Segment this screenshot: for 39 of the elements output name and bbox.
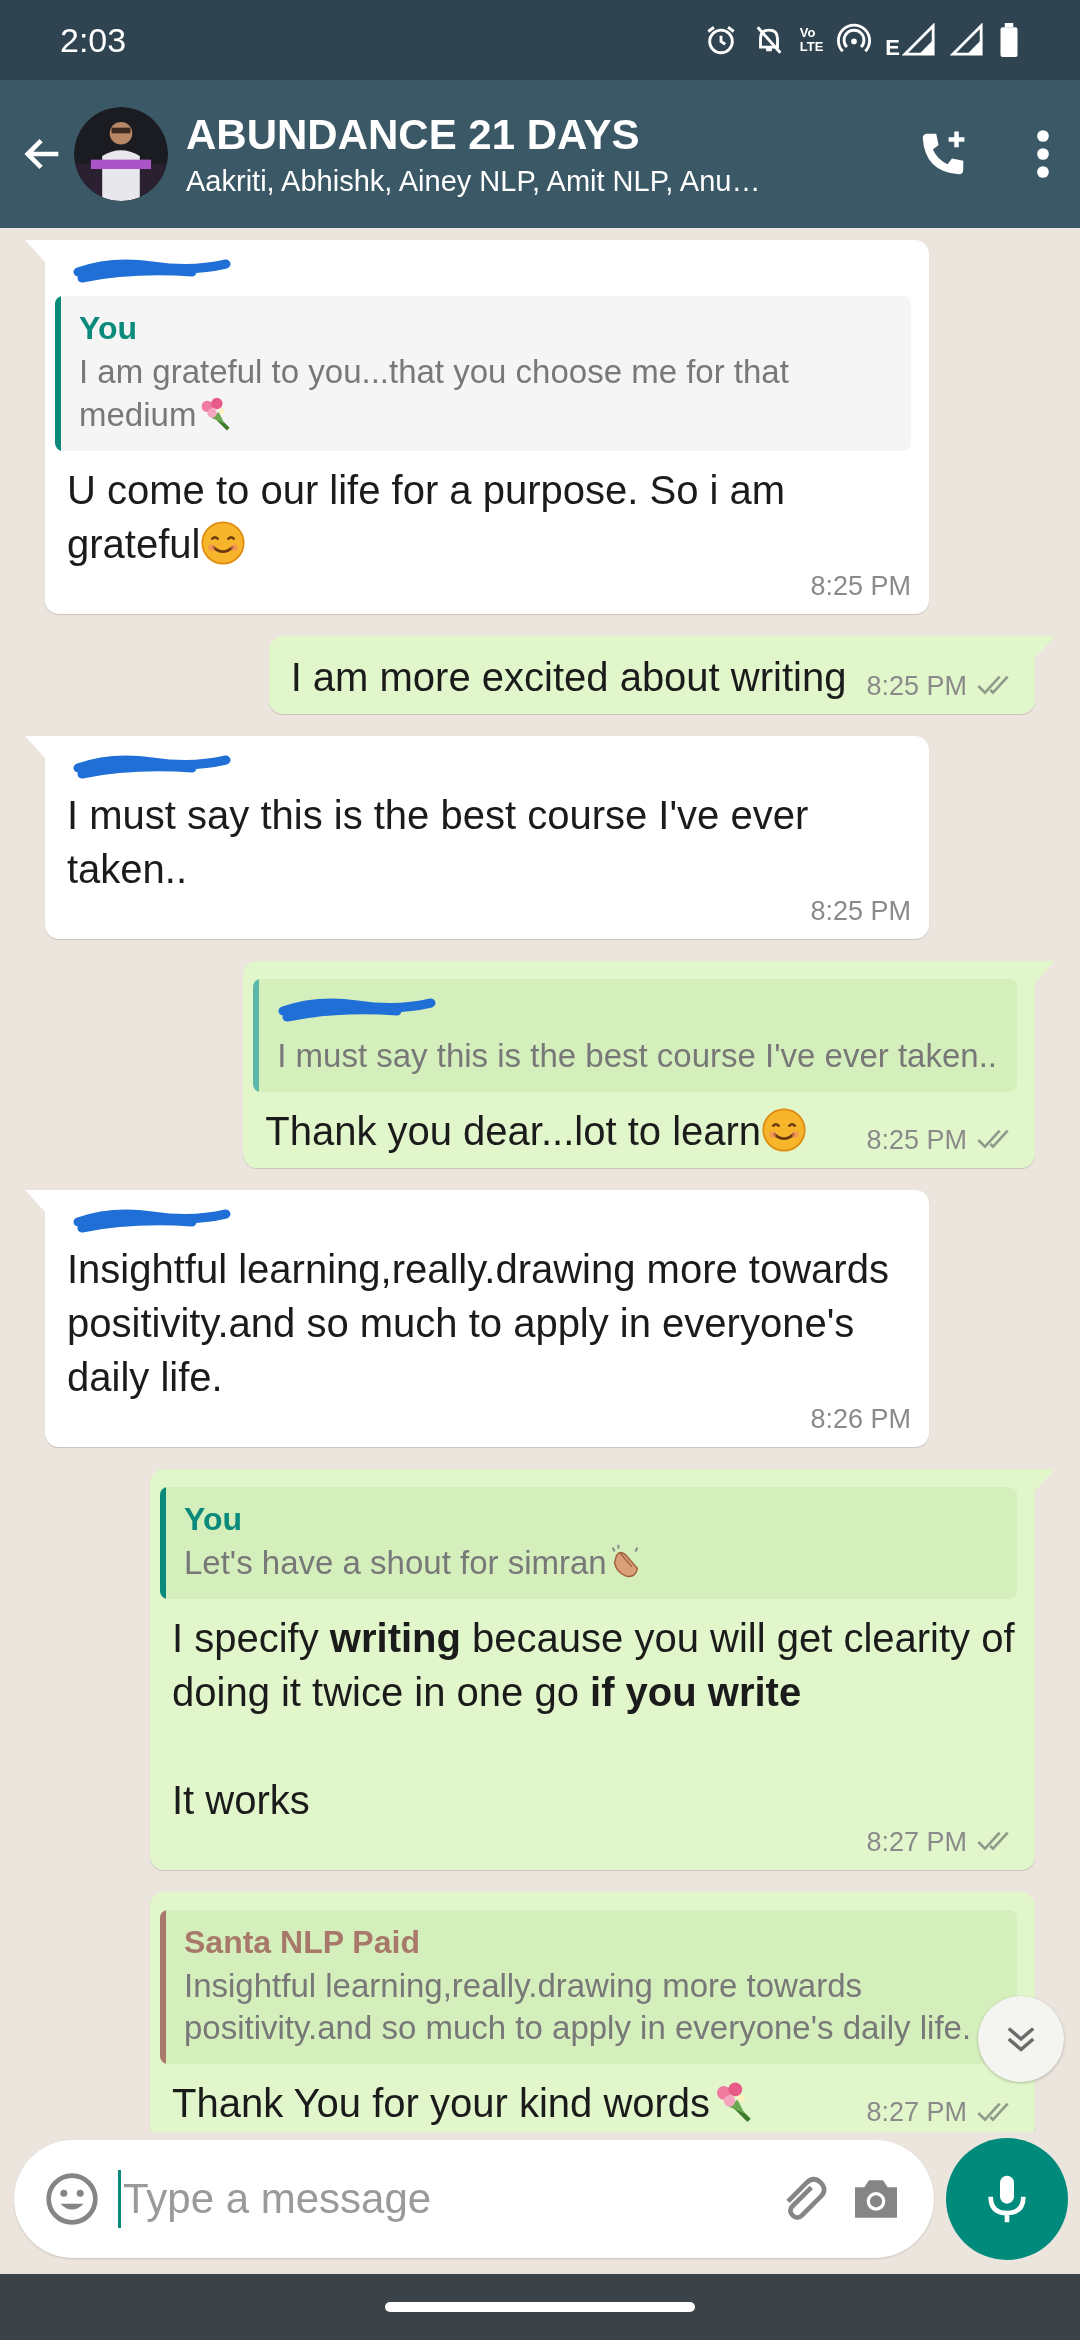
message-bubble[interactable]: Santa NLP Paid Insightful learning,really.drawing more towards positivity.and so much to apply in everyone's daily life. Thank You for your kind words 8:27 PM	[150, 1891, 1035, 2132]
quote-text: I must say this is the best course I've ever taken..	[277, 1035, 997, 1076]
quote-text: Insightful learning,really.drawing more towards positivity.and so much to apply in everyone's daily life.	[184, 1965, 973, 2049]
message-text: Thank You for your kind words	[172, 2076, 757, 2131]
message-time: 8:25 PM	[810, 895, 911, 927]
more-options-icon[interactable]	[1034, 127, 1052, 181]
message-time: 8:25 PM	[810, 570, 911, 602]
message-text: Thank you dear...lot to learn	[265, 1103, 808, 1158]
message-text: I am more excited about writing	[290, 653, 847, 701]
network-type: E	[885, 35, 900, 61]
message-time: 8:27 PM	[866, 1826, 967, 1858]
group-title[interactable]: ABUNDANCE 21 DAYS	[186, 110, 640, 159]
home-handle[interactable]	[385, 2302, 695, 2312]
message-time: 8:26 PM	[810, 1403, 911, 1435]
quoted-message[interactable]: You Let's have a shout for simran	[160, 1486, 1017, 1599]
signal-icon	[902, 23, 936, 57]
quote-author: You	[79, 310, 138, 347]
quoted-message[interactable]: You I am grateful to you...that you choose me for that medium	[55, 296, 911, 451]
quote-text: Let's have a shout for simran	[184, 1541, 645, 1585]
message-input[interactable]: Type a message	[121, 2174, 756, 2224]
quoted-message[interactable]: I must say this is the best course I've ever taken..	[253, 978, 1017, 1092]
battery-icon	[998, 23, 1020, 57]
message-time: 8:27 PM	[866, 2097, 967, 2129]
volte-indicator: Vo LTE	[799, 26, 824, 54]
message-text: Insightful learning,really.drawing more towards positivity.and so much to apply in everyone's daily life.	[67, 1245, 890, 1401]
quote-author: You	[184, 1500, 243, 1538]
emoji-icon[interactable]	[44, 2171, 100, 2227]
quoted-message[interactable]: Santa NLP Paid Insightful learning,really.drawing more towards positivity.and so much to apply in everyone's daily life.	[160, 1909, 1017, 2065]
quote-text: I am grateful to you...that you choose me for that medium	[79, 352, 790, 435]
message-text: I must say this is the best course I've ever taken..	[67, 791, 810, 893]
message-field[interactable]: Type a message	[14, 2140, 934, 2258]
message-text: I specify writing because you will get clearity of doing it twice in one go if you write It works	[172, 1614, 1016, 1824]
message-time: 8:25 PM	[866, 1124, 967, 1156]
quote-author: Santa NLP Paid	[184, 1923, 420, 1961]
signal-icon	[950, 23, 984, 57]
group-members[interactable]: Aakriti, Abhishk, Ainey NLP, Amit NLP, Anu…	[186, 164, 761, 198]
clock-time: 2:03	[60, 20, 127, 60]
message-text: U come to our life for a purpose. So i am grateful	[67, 466, 787, 568]
message-time: 8:25 PM	[866, 670, 967, 702]
